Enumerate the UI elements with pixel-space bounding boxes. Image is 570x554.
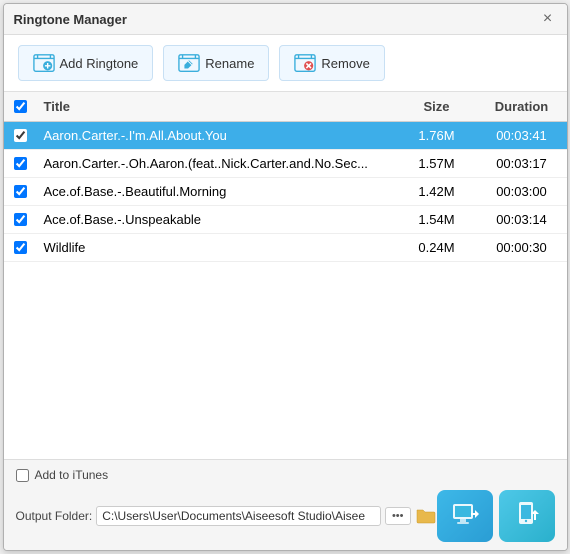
window-title: Ringtone Manager [14,12,127,27]
rename-icon [178,52,200,74]
row-checkbox-cell [4,209,38,230]
row-title: Ace.of.Base.-.Beautiful.Morning [38,180,397,203]
row-duration: 00:03:14 [477,208,567,231]
row-size: 1.57M [397,152,477,175]
table-body: Aaron.Carter.-.I'm.All.About.You1.76M00:… [4,122,567,459]
title-bar: Ringtone Manager × [4,4,567,35]
output-folder-section: Output Folder: C:\Users\User\Documents\A… [16,505,437,527]
row-duration: 00:03:17 [477,152,567,175]
itunes-label: Add to iTunes [35,468,109,482]
row-checkbox[interactable] [14,241,27,254]
itunes-row: Add to iTunes [16,468,555,482]
transfer-to-device-button[interactable] [437,490,493,542]
table-row[interactable]: Wildlife0.24M00:00:30 [4,234,567,262]
remove-label: Remove [321,56,369,71]
add-ringtone-label: Add Ringtone [60,56,139,71]
remove-button[interactable]: Remove [279,45,384,81]
row-title: Wildlife [38,236,397,259]
row-duration: 00:03:00 [477,180,567,203]
add-ringtone-icon [33,52,55,74]
header-checkbox-col [4,97,38,116]
row-checkbox[interactable] [14,185,27,198]
close-button[interactable]: × [539,10,557,28]
row-size: 1.42M [397,180,477,203]
dots-button[interactable]: ••• [385,507,411,525]
header-title: Title [38,97,397,116]
header-size: Size [397,97,477,116]
row-checkbox[interactable] [14,129,27,142]
row-checkbox-cell [4,181,38,202]
toolbar: Add Ringtone Rename Rem [4,35,567,92]
footer: Add to iTunes Output Folder: C:\Users\Us… [4,459,567,550]
row-checkbox[interactable] [14,157,27,170]
header-duration: Duration [477,97,567,116]
select-all-checkbox[interactable] [14,100,27,113]
row-title: Aaron.Carter.-.Oh.Aaron.(feat..Nick.Cart… [38,152,397,175]
row-size: 1.76M [397,124,477,147]
folder-browse-button[interactable] [415,505,437,527]
output-label: Output Folder: [16,509,93,523]
itunes-option: Add to iTunes [16,468,109,482]
table-header: Title Size Duration [4,92,567,122]
row-checkbox-cell [4,153,38,174]
transfer-icon [449,500,481,532]
output-path: C:\Users\User\Documents\Aiseesoft Studio… [96,506,381,526]
row-duration: 00:00:30 [477,236,567,259]
add-ringtone-button[interactable]: Add Ringtone [18,45,154,81]
row-title: Ace.of.Base.-.Unspeakable [38,208,397,231]
rename-label: Rename [205,56,254,71]
remove-icon [294,52,316,74]
itunes-checkbox[interactable] [16,469,29,482]
export-button[interactable] [499,490,555,542]
table-row[interactable]: Aaron.Carter.-.Oh.Aaron.(feat..Nick.Cart… [4,150,567,178]
row-title: Aaron.Carter.-.I'm.All.About.You [38,124,397,147]
ringtone-table: Title Size Duration Aaron.Carter.-.I'm.A… [4,92,567,459]
row-checkbox[interactable] [14,213,27,226]
ringtone-manager-window: Ringtone Manager × Add Ringtone [3,3,568,551]
row-size: 1.54M [397,208,477,231]
footer-row2: Output Folder: C:\Users\User\Documents\A… [16,490,555,542]
row-size: 0.24M [397,236,477,259]
rename-button[interactable]: Rename [163,45,269,81]
table-row[interactable]: Ace.of.Base.-.Unspeakable1.54M00:03:14 [4,206,567,234]
row-duration: 00:03:41 [477,124,567,147]
table-row[interactable]: Aaron.Carter.-.I'm.All.About.You1.76M00:… [4,122,567,150]
table-row[interactable]: Ace.of.Base.-.Beautiful.Morning1.42M00:0… [4,178,567,206]
row-checkbox-cell [4,125,38,146]
action-buttons [437,490,555,542]
row-checkbox-cell [4,237,38,258]
folder-icon [416,507,436,525]
export-icon [511,500,543,532]
